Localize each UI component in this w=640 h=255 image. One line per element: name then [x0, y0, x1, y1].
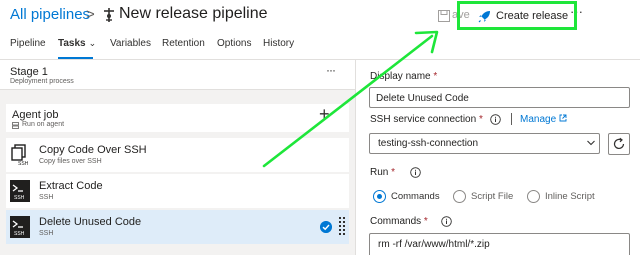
tab-pipeline[interactable]: Pipeline — [10, 34, 46, 49]
commands-label: Commands * — [370, 216, 428, 227]
tab-history[interactable]: History — [263, 34, 294, 49]
radio-unselected-icon — [527, 189, 540, 203]
refresh-button[interactable] — [608, 133, 630, 155]
task-list-panel: Stage 1 Deployment process ··· Agent job… — [0, 60, 355, 255]
task-subtitle: SSH — [39, 194, 54, 201]
display-name-label: Display name * — [370, 71, 438, 82]
tab-tasks-label: Tasks — [58, 38, 86, 49]
ssh-connection-select[interactable]: testing-ssh-connection — [369, 133, 600, 154]
task-subtitle: SSH — [39, 230, 54, 237]
stage-subtitle: Deployment process — [10, 78, 74, 85]
tab-variables[interactable]: Variables — [110, 34, 151, 49]
info-icon[interactable] — [441, 216, 452, 227]
refresh-icon — [613, 137, 625, 150]
agent-job-row[interactable]: Agent job Run on agent + — [6, 104, 349, 132]
task-row-copy-code-over-ssh[interactable]: SSH Copy Code Over SSH Copy files over S… — [6, 138, 349, 172]
tab-retention[interactable]: Retention — [162, 34, 205, 49]
svg-text:SSH: SSH — [14, 195, 25, 201]
manage-link[interactable]: Manage — [520, 114, 567, 125]
stage-card[interactable]: Stage 1 Deployment process ··· — [0, 60, 355, 90]
task-row-delete-unused-code[interactable]: SSH Delete Unused Code SSH — [6, 210, 349, 244]
header-bar: All pipelines > New release pipeline ave… — [0, 0, 640, 32]
info-icon[interactable] — [410, 167, 421, 178]
save-icon[interactable] — [438, 10, 450, 22]
add-task-button[interactable]: + — [319, 104, 330, 125]
agent-job-title: Agent job — [12, 109, 59, 121]
chevron-down-icon — [587, 140, 595, 146]
breadcrumb-separator: > — [86, 6, 95, 23]
task-subtitle: Copy files over SSH — [39, 158, 102, 165]
ssh-terminal-icon: SSH — [10, 216, 30, 238]
drag-handle-icon[interactable] — [339, 217, 345, 237]
chevron-down-icon: ⌄ — [88, 38, 97, 48]
more-actions-button[interactable]: ··· — [570, 4, 583, 19]
stage-title: Stage 1 — [10, 66, 48, 78]
panel-divider — [355, 60, 356, 255]
run-inline-script-radio[interactable]: Inline Script — [527, 189, 595, 203]
svg-text:SSH: SSH — [14, 231, 25, 237]
ssh-connection-label: SSH service connection * — [370, 114, 483, 125]
ssh-terminal-icon: SSH — [10, 180, 30, 202]
save-label[interactable]: ave — [452, 9, 470, 21]
tab-options[interactable]: Options — [217, 34, 251, 49]
task-title: Extract Code — [39, 180, 103, 192]
tab-tasks[interactable]: Tasks ⌄ — [58, 34, 96, 49]
server-icon — [12, 122, 19, 129]
release-pipeline-icon — [104, 8, 114, 22]
task-title: Copy Code Over SSH — [39, 144, 147, 156]
display-name-input[interactable]: Delete Unused Code — [369, 87, 630, 108]
create-release-button[interactable]: Create release — [478, 6, 568, 26]
radio-label: Inline Script — [545, 190, 595, 202]
agent-job-subtitle: Run on agent — [22, 121, 65, 128]
rocket-icon — [478, 10, 490, 22]
radio-label: Commands — [391, 190, 440, 202]
run-label: Run * — [370, 167, 396, 178]
commands-textarea[interactable]: rm -rf /var/www/html/*.zip — [369, 233, 630, 255]
svg-text:SSH: SSH — [18, 161, 29, 166]
pipeline-title[interactable]: New release pipeline — [119, 5, 268, 23]
stage-more-button[interactable]: ··· — [326, 63, 336, 77]
checkmark-icon[interactable] — [320, 221, 332, 233]
task-title: Delete Unused Code — [39, 216, 142, 228]
separator-bar — [511, 113, 512, 125]
task-row-extract-code[interactable]: SSH Extract Code SSH — [6, 174, 349, 208]
run-commands-radio[interactable]: Commands — [373, 189, 440, 203]
radio-unselected-icon — [453, 189, 466, 203]
create-release-label: Create release — [496, 10, 569, 22]
radio-label: Script File — [471, 190, 514, 202]
info-icon[interactable] — [490, 114, 501, 125]
run-script-file-radio[interactable]: Script File — [453, 189, 513, 203]
breadcrumb-all-pipelines[interactable]: All pipelines — [10, 6, 90, 23]
copy-files-over-ssh-icon: SSH — [11, 144, 29, 166]
external-link-icon — [559, 114, 567, 122]
radio-selected-icon — [373, 189, 386, 203]
